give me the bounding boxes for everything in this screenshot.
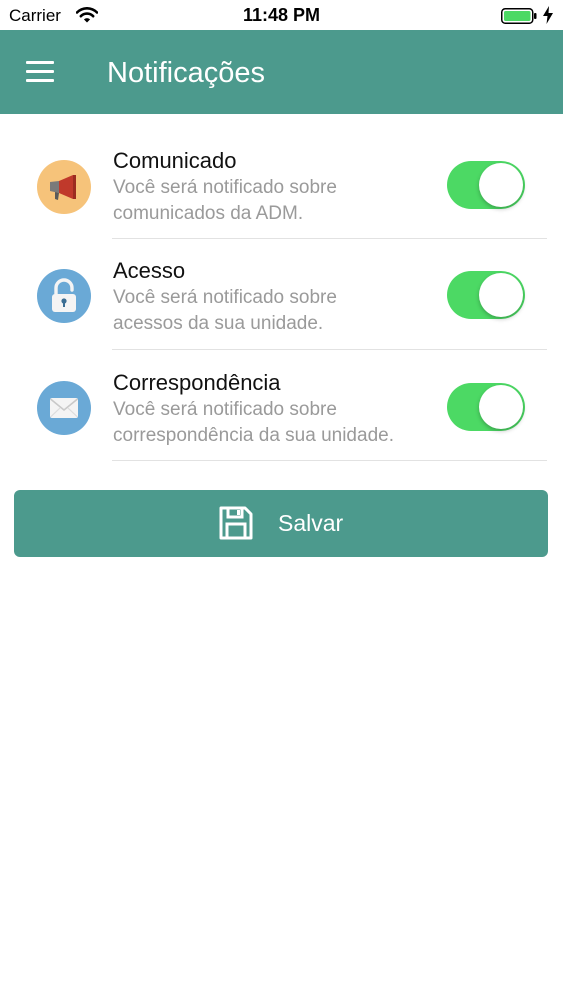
battery-icon <box>501 8 537 29</box>
toggle-correspondencia[interactable] <box>447 383 525 431</box>
save-button[interactable]: Salvar <box>14 490 548 557</box>
setting-desc-acesso-line2: acessos da sua unidade. <box>113 313 324 334</box>
megaphone-icon <box>37 160 91 214</box>
setting-title-acesso: Acesso <box>113 258 186 283</box>
floppy-disk-icon <box>218 505 254 546</box>
hamburger-menu-icon[interactable] <box>26 61 54 83</box>
toggle-comunicado[interactable] <box>447 161 525 209</box>
toggle-knob <box>479 163 523 207</box>
envelope-icon <box>37 381 91 435</box>
setting-row-acesso: Acesso Você será notificado sobre acesso… <box>0 239 563 350</box>
setting-desc-comunicado-line2: comunicados da ADM. <box>113 203 304 224</box>
setting-row-correspondencia: Correspondência Você será notificado sob… <box>0 350 563 461</box>
app-header: Notificações <box>0 30 563 114</box>
charging-bolt-icon <box>543 6 553 29</box>
status-time: 11:48 PM <box>242 5 321 25</box>
toggle-acesso[interactable] <box>447 271 525 319</box>
setting-desc-correspondencia-line1: Você será notificado sobre <box>113 399 337 420</box>
setting-row-comunicado: Comunicado Você será notificado sobre co… <box>0 114 563 239</box>
toggle-knob <box>479 385 523 429</box>
row-divider <box>112 460 547 461</box>
setting-title-correspondencia: Correspondência <box>113 370 281 395</box>
setting-title-comunicado: Comunicado <box>113 148 237 173</box>
notification-settings-list: Comunicado Você será notificado sobre co… <box>0 114 563 461</box>
padlock-icon <box>37 269 91 323</box>
status-bar: Carrier 11:48 PM <box>0 0 563 30</box>
setting-desc-correspondencia-line2: correspondência da sua unidade. <box>113 425 394 446</box>
setting-desc-acesso-line1: Você será notificado sobre <box>113 287 337 308</box>
save-button-label: Salvar <box>278 510 344 536</box>
setting-desc-comunicado-line1: Você será notificado sobre <box>113 177 337 198</box>
toggle-knob <box>479 273 523 317</box>
page-title: Notificações <box>107 57 265 89</box>
